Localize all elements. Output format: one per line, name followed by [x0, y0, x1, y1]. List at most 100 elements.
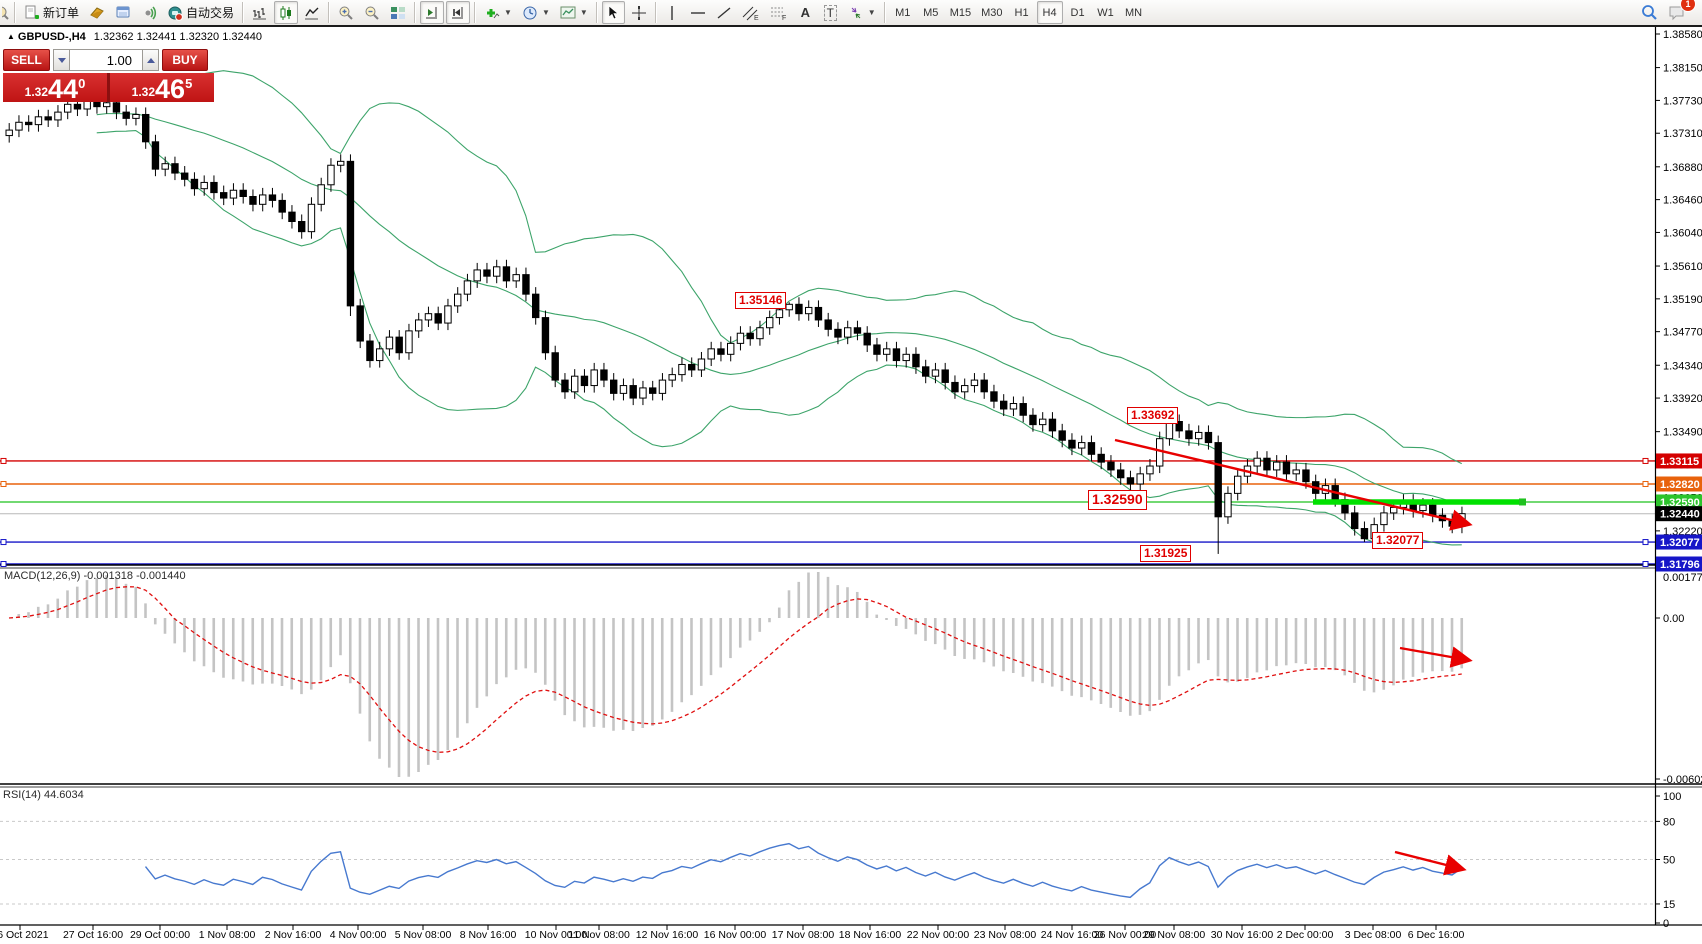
triangle-down-icon: [58, 58, 66, 63]
periods-button[interactable]: ▼: [518, 1, 554, 24]
macd-indicator-label: MACD(12,26,9) -0.001318 -0.001440: [4, 570, 186, 582]
buy-button[interactable]: BUY: [162, 49, 208, 71]
tile-windows-icon: [390, 5, 406, 21]
new-order-icon: [24, 5, 40, 21]
svg-text:6 Dec 16:00: 6 Dec 16:00: [1408, 929, 1465, 941]
price-annotation[interactable]: 1.33692: [1127, 407, 1178, 424]
svg-text:1.32820: 1.32820: [1660, 479, 1700, 491]
timeframe-m15-button[interactable]: M15: [946, 1, 975, 24]
toolbar: 新订单 自动交易: [0, 0, 1702, 27]
vertical-line-button[interactable]: [661, 1, 684, 24]
divider: [242, 2, 244, 23]
cursor-button[interactable]: [602, 1, 625, 24]
volume-input[interactable]: [70, 49, 142, 71]
svg-text:18 Nov 16:00: 18 Nov 16:00: [839, 929, 902, 941]
notification-badge: 1: [1680, 0, 1696, 12]
candlestick-chart-button[interactable]: [274, 1, 298, 24]
sell-price-panel[interactable]: 1.32440: [3, 73, 107, 102]
svg-text:0: 0: [1663, 918, 1669, 930]
label-icon: T: [824, 5, 837, 21]
template-icon: [560, 5, 576, 21]
timeframe-mn-button[interactable]: MN: [1121, 1, 1147, 24]
trendline-button[interactable]: [712, 1, 736, 24]
equidistant-channel-button[interactable]: E: [738, 1, 764, 24]
new-order-button[interactable]: 新订单: [20, 1, 83, 24]
sell-price-sup: 0: [78, 77, 85, 90]
zoom-out-button[interactable]: [360, 1, 384, 24]
arrows-button[interactable]: ▼: [844, 1, 880, 24]
price-annotation[interactable]: 1.32590: [1088, 490, 1147, 510]
fibonacci-button[interactable]: F: [766, 1, 792, 24]
timeframe-w1-button[interactable]: W1: [1093, 1, 1119, 24]
svg-text:1.38150: 1.38150: [1663, 63, 1702, 75]
divider: [414, 2, 416, 23]
sell-button[interactable]: SELL: [3, 49, 50, 71]
search-button[interactable]: [1637, 1, 1662, 24]
price-annotation[interactable]: 1.31925: [1140, 545, 1191, 562]
bar-chart-button[interactable]: [248, 1, 272, 24]
svg-text:E: E: [754, 15, 759, 21]
sell-price-big: 44: [48, 77, 78, 101]
cursor-icon: [606, 5, 620, 20]
price-annotation[interactable]: 1.32077: [1372, 532, 1423, 549]
zoom-in-icon: [338, 5, 354, 21]
timeframe-h4-button[interactable]: H4: [1037, 1, 1063, 24]
search-icon: [1641, 4, 1658, 21]
chevron-down-icon: ▼: [580, 8, 588, 17]
timeframe-d1-button[interactable]: D1: [1065, 1, 1091, 24]
rsi-indicator-label: RSI(14) 44.6034: [3, 789, 84, 801]
svg-text:12 Nov 16:00: 12 Nov 16:00: [636, 929, 699, 941]
clock-icon: [522, 5, 538, 21]
templates-button[interactable]: ▼: [556, 1, 592, 24]
svg-text:1.32440: 1.32440: [1660, 509, 1700, 521]
indicators-button[interactable]: ▼: [480, 1, 516, 24]
chart-shift-icon: [450, 5, 466, 21]
svg-text:1.34770: 1.34770: [1663, 327, 1702, 339]
autoscroll-button[interactable]: [420, 1, 444, 24]
svg-text:1 Nov 08:00: 1 Nov 08:00: [199, 929, 256, 941]
horizontal-line-button[interactable]: [686, 1, 710, 24]
crosshair-button[interactable]: [627, 1, 651, 24]
buy-price-big: 46: [155, 77, 185, 101]
svg-text:23 Nov 08:00: 23 Nov 08:00: [974, 929, 1037, 941]
timeframe-m30-button[interactable]: M30: [977, 1, 1006, 24]
tile-windows-button[interactable]: [386, 1, 410, 24]
chart-canvas[interactable]: 1.385801.381501.377301.373101.368801.364…: [0, 0, 1702, 944]
chevron-down-icon: ▼: [542, 8, 550, 17]
autotrading-button[interactable]: 自动交易: [163, 1, 238, 24]
buy-price-small: 1.32: [132, 86, 155, 98]
chat-button[interactable]: 1: [1664, 1, 1690, 24]
svg-text:F: F: [782, 15, 786, 21]
chart-shift-button[interactable]: [446, 1, 470, 24]
svg-text:100: 100: [1663, 791, 1681, 803]
signals-button[interactable]: [137, 1, 161, 24]
svg-text:1.33490: 1.33490: [1663, 427, 1702, 439]
volume-increase-button[interactable]: [142, 49, 159, 71]
timeframe-m5-button[interactable]: M5: [918, 1, 944, 24]
line-chart-button[interactable]: [300, 1, 324, 24]
divider: [884, 2, 886, 23]
timeframe-m1-button[interactable]: M1: [890, 1, 916, 24]
collapse-arrow-icon[interactable]: ▲: [7, 32, 15, 41]
chevron-down-icon: ▼: [504, 8, 512, 17]
svg-text:1.37310: 1.37310: [1663, 128, 1702, 140]
svg-text:26 Oct 2021: 26 Oct 2021: [0, 929, 49, 941]
symbol-header: ▲GBPUSD-,H41.32362 1.32441 1.32320 1.324…: [7, 31, 262, 43]
svg-text:1.33115: 1.33115: [1660, 456, 1699, 468]
divider: [14, 2, 16, 23]
svg-text:2 Nov 16:00: 2 Nov 16:00: [265, 929, 322, 941]
label-button[interactable]: T: [819, 1, 842, 24]
svg-text:0.00: 0.00: [1663, 613, 1684, 625]
svg-text:3 Dec 08:00: 3 Dec 08:00: [1345, 929, 1402, 941]
zoom-in-button[interactable]: [334, 1, 358, 24]
volume-decrease-button[interactable]: [53, 49, 70, 71]
metaeditor-button[interactable]: [85, 1, 109, 24]
buy-price-panel[interactable]: 1.32465: [110, 73, 214, 102]
line-handle[interactable]: [1519, 498, 1526, 505]
timeframe-h1-button[interactable]: H1: [1009, 1, 1035, 24]
text-icon: A: [801, 5, 810, 20]
buy-price-sup: 5: [185, 77, 192, 90]
price-annotation[interactable]: 1.35146: [735, 292, 786, 309]
text-button[interactable]: A: [794, 1, 817, 24]
market-watch-button[interactable]: [111, 1, 135, 24]
